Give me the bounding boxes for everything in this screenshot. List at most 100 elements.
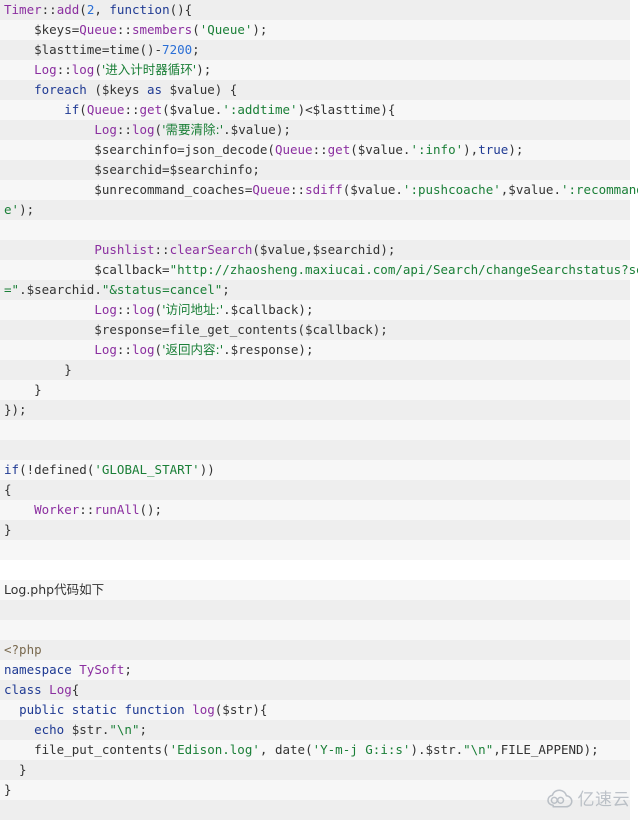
token-keyword: if <box>4 462 20 477</box>
token-string: "http://zhaosheng.maxiucai.com/api/Searc… <box>169 262 638 277</box>
token-class: Queue <box>79 22 117 37</box>
code-line: $lasttime=time()-7200; <box>0 40 638 60</box>
token-keyword: true <box>478 142 509 157</box>
code-line: } <box>0 520 638 540</box>
token-string: 'Y-m-j G:i:s' <box>312 742 411 757</box>
code-line-wrap: =".$searchid."&status=cancel"; <box>0 280 638 300</box>
block-separator <box>0 560 638 580</box>
code-line: $searchid=$searchinfo; <box>0 160 638 180</box>
code-line: Pushlist::clearSearch($value,$searchid); <box>0 240 638 260</box>
token-method: log <box>131 122 155 137</box>
token-keyword: namespace <box>4 662 72 677</box>
token-class: Worker <box>34 502 80 517</box>
token-string: '访问地址:' <box>162 302 224 317</box>
token-string: ':pushcoache' <box>402 182 501 197</box>
code-gap <box>0 540 638 560</box>
token-method: add <box>56 2 80 17</box>
token-string: =" <box>4 282 20 297</box>
token-method: get <box>327 142 351 157</box>
token-constant: FILE_APPEND <box>500 742 584 757</box>
code-line: class Log{ <box>0 680 638 700</box>
token-class: Pushlist <box>94 242 155 257</box>
code-line: $keys=Queue::smembers('Queue'); <box>0 20 638 40</box>
log-php-caption-text: Log.php代码如下 <box>4 582 105 597</box>
code-line: Worker::runAll(); <box>0 500 638 520</box>
token-number: 7200 <box>162 42 193 57</box>
token-string: "\n" <box>109 722 140 737</box>
token-string: 'Edison.log' <box>169 742 260 757</box>
token-keyword: if <box>64 102 80 117</box>
token-keyword: static <box>71 702 117 717</box>
code-line-wrap: e'); <box>0 200 638 220</box>
code-line: echo $str."\n"; <box>0 720 638 740</box>
token-string: e' <box>4 202 20 217</box>
token-string: "\n" <box>463 742 494 757</box>
code-line: Log::log('需要清除:'.$value); <box>0 120 638 140</box>
code-line: if(!defined('GLOBAL_START')) <box>0 460 638 480</box>
token-class: Queue <box>252 182 290 197</box>
code-gap <box>0 440 638 460</box>
token-string: '进入计时器循环' <box>101 62 197 77</box>
token-class: Log <box>34 62 57 77</box>
code-line: public static function log($str){ <box>0 700 638 720</box>
token-method: smembers <box>131 22 193 37</box>
code-line: file_put_contents('Edison.log', date('Y-… <box>0 740 638 760</box>
token-method: log <box>131 302 155 317</box>
code-line: <?php <box>0 640 638 660</box>
code-gap <box>0 620 638 640</box>
code-line: $response=file_get_contents($callback); <box>0 320 638 340</box>
code-line: if(Queue::get($value.':addtime')<$lastti… <box>0 100 638 120</box>
token-class: Log <box>94 302 117 317</box>
token-method: runAll <box>94 502 140 517</box>
code-gap <box>0 420 638 440</box>
token-class: Log <box>94 342 117 357</box>
code-line: } <box>0 360 638 380</box>
token-class: Timer <box>4 2 42 17</box>
code-line: } <box>0 760 638 780</box>
token-method: log <box>71 62 95 77</box>
token-keyword: echo <box>34 722 65 737</box>
code-line: $searchinfo=json_decode(Queue::get($valu… <box>0 140 638 160</box>
token-string: ':info' <box>410 142 464 157</box>
code-line: } <box>0 780 638 800</box>
token-class: Queue <box>86 102 125 117</box>
code-line: Log::log('进入计时器循环'); <box>0 60 638 80</box>
code-gap <box>0 600 638 620</box>
token-class: Queue <box>274 142 313 157</box>
token-string: ':addtime' <box>222 102 298 117</box>
code-line: foreach ($keys as $value) { <box>0 80 638 100</box>
code-line: namespace TySoft; <box>0 660 638 680</box>
token-method: sdiff <box>305 182 343 197</box>
code-line: Timer::add(2, function(){ <box>0 0 638 20</box>
token-string: '需要清除:' <box>162 122 224 137</box>
token-string: ':recommandcoach <box>560 182 638 197</box>
token-php-open-tag: <?php <box>4 642 42 657</box>
code-line: }); <box>0 400 638 420</box>
code-gap <box>0 800 638 820</box>
token-string: 'Queue' <box>199 22 253 37</box>
token-keyword: function <box>109 2 170 17</box>
token-method: log <box>192 702 215 717</box>
token-keyword: function <box>124 702 185 717</box>
code-line: $callback="http://zhaosheng.maxiucai.com… <box>0 260 638 280</box>
token-class: Log <box>94 122 117 137</box>
code-line: { <box>0 480 638 500</box>
code-gap <box>0 220 638 240</box>
token-keyword: as <box>147 82 163 97</box>
code-line: } <box>0 380 638 400</box>
token-keyword: class <box>4 682 42 697</box>
token-keyword: foreach <box>34 82 87 97</box>
token-method: log <box>131 342 155 357</box>
php-code-article: Timer::add(2, function(){ $keys=Queue::s… <box>0 0 638 820</box>
token-method: get <box>139 102 163 117</box>
log-php-caption: Log.php代码如下 <box>0 580 638 600</box>
token-method: clearSearch <box>169 242 253 257</box>
code-line: Log::log('返回内容:'.$response); <box>0 340 638 360</box>
token-class: TySoft <box>79 662 125 677</box>
code-line: $unrecommand_coaches=Queue::sdiff($value… <box>0 180 638 200</box>
token-class: Log <box>49 682 72 697</box>
token-string: '返回内容:' <box>162 342 224 357</box>
code-line: Log::log('访问地址:'.$callback); <box>0 300 638 320</box>
token-string: "&status=cancel" <box>101 282 223 297</box>
token-string: 'GLOBAL_START' <box>94 462 200 477</box>
